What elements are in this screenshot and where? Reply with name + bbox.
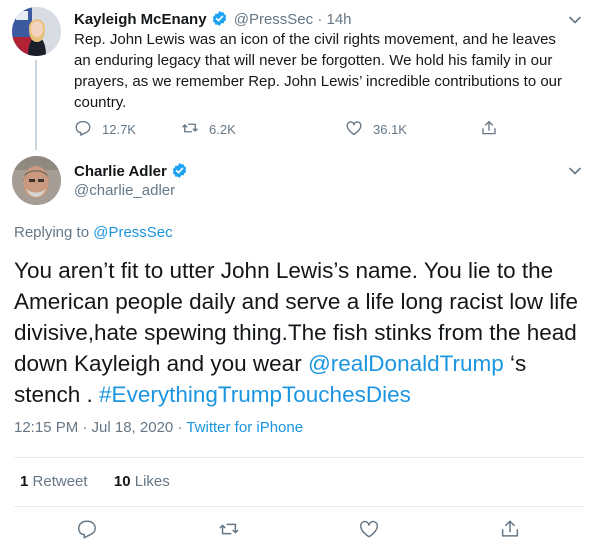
like-button[interactable]: 36.1K	[345, 119, 407, 140]
chevron-down-icon[interactable]	[567, 12, 583, 28]
retweet-count: 6.2K	[209, 122, 236, 137]
stamp-separator: ·	[177, 419, 183, 436]
retweet-button[interactable]	[218, 518, 240, 545]
replying-prefix: Replying to	[14, 224, 90, 241]
likes-stat[interactable]: 10 Likes	[114, 473, 170, 490]
reply-action-bar	[0, 518, 598, 548]
parent-author-name[interactable]: Kayleigh McEnany	[74, 11, 207, 28]
parent-tweet-text: Rep. John Lewis was an icon of the civil…	[74, 31, 563, 111]
retweet-icon	[181, 119, 209, 140]
hashtag-link[interactable]: #EverythingTrumpTouchesDies	[99, 382, 411, 407]
retweet-button[interactable]: 6.2K	[181, 119, 236, 140]
tweet-timestamp-row: 12:15 PM · Jul 18, 2020 · Twitter for iP…	[14, 419, 303, 436]
reply-tweet-text: You aren’t fit to utter John Lewis’s nam…	[14, 255, 589, 410]
mention-link[interactable]: @realDonaldTrump	[308, 351, 504, 376]
parent-author-handle[interactable]: @PressSec	[234, 11, 313, 28]
parent-tweet[interactable]: Kayleigh McEnany @PressSec · 14h Rep. Jo…	[0, 0, 598, 150]
engagement-stats: 1 Retweet 10 Likes	[20, 473, 170, 490]
like-button[interactable]	[358, 518, 380, 545]
reply-button[interactable]	[76, 518, 98, 545]
parent-action-bar: 12.7K 6.2K 36.1K	[74, 119, 514, 137]
share-button[interactable]	[499, 518, 521, 545]
likes-number: 10	[113, 473, 131, 490]
reply-icon	[74, 119, 102, 140]
replying-to-mention[interactable]: @PressSec	[93, 224, 172, 241]
tweet-timestamp[interactable]: 12:15 PM · Jul 18, 2020	[14, 419, 173, 436]
reply-button[interactable]: 12.7K	[74, 119, 136, 140]
retweets-stat[interactable]: 1 Retweet	[20, 473, 88, 490]
share-icon	[480, 119, 508, 140]
divider	[14, 457, 584, 458]
chevron-down-icon[interactable]	[567, 163, 583, 179]
like-count: 36.1K	[373, 122, 407, 137]
like-icon	[345, 119, 373, 140]
kayleigh-avatar[interactable]	[12, 7, 61, 56]
retweets-label: Retweet	[32, 473, 88, 490]
retweets-number: 1	[20, 473, 29, 490]
reply-author-name-row: Charlie Adler	[74, 162, 190, 183]
header-separator: ·	[317, 11, 323, 28]
share-button[interactable]	[480, 119, 508, 140]
likes-label: Likes	[134, 473, 170, 490]
parent-time-ago[interactable]: 14h	[326, 11, 351, 28]
reply-count: 12.7K	[102, 122, 136, 137]
divider	[14, 506, 584, 507]
reply-icon	[76, 518, 98, 545]
retweet-icon	[218, 518, 240, 545]
charlie-avatar[interactable]	[12, 156, 61, 205]
share-icon	[499, 518, 521, 545]
reply-author-handle[interactable]: @charlie_adler	[74, 182, 175, 199]
tweet-source-link[interactable]: Twitter for iPhone	[186, 419, 303, 436]
replying-to-line: Replying to @PressSec	[14, 224, 173, 241]
reply-author-name[interactable]: Charlie Adler	[74, 163, 167, 180]
like-icon	[358, 518, 380, 545]
verified-badge-icon	[171, 162, 188, 183]
thread-connector-line	[35, 60, 37, 150]
